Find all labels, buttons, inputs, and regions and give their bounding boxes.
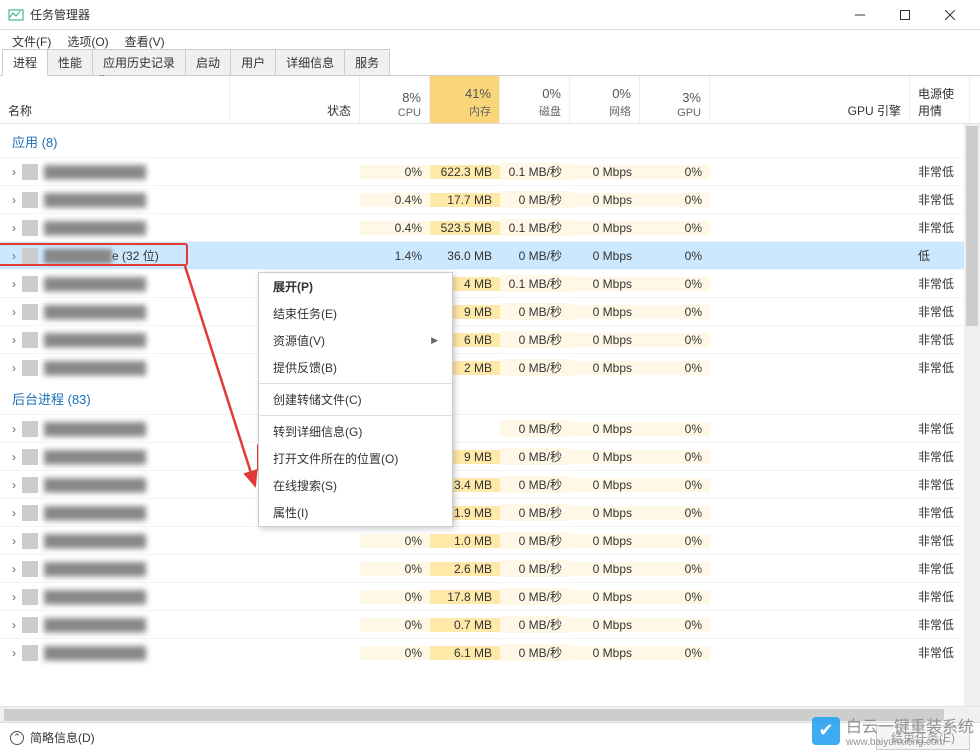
process-icon [22, 449, 38, 465]
expand-chevron-icon[interactable]: › [8, 221, 20, 235]
col-cpu[interactable]: 8%CPU [360, 76, 430, 123]
app-icon [8, 7, 24, 23]
process-icon [22, 164, 38, 180]
table-row[interactable]: ›████████████0%2.6 MB0 MB/秒0 Mbps0%非常低 [0, 554, 980, 582]
process-icon [22, 360, 38, 376]
context-menu: 展开(P)结束任务(E)资源值(V)▶提供反馈(B) 创建转储文件(C) 转到详细信… [258, 272, 453, 527]
col-status[interactable]: 状态 [230, 76, 360, 123]
expand-chevron-icon[interactable]: › [8, 249, 20, 263]
table-row[interactable]: ›████████████0%6.1 MB0 MB/秒0 Mbps0%非常低 [0, 638, 980, 666]
process-icon [22, 332, 38, 348]
expand-chevron-icon[interactable]: › [8, 165, 20, 179]
process-icon [22, 645, 38, 661]
process-icon [22, 192, 38, 208]
expand-chevron-icon[interactable]: › [8, 333, 20, 347]
submenu-arrow-icon: ▶ [431, 335, 438, 346]
expand-chevron-icon[interactable]: › [8, 618, 20, 632]
table-row[interactable]: ›████████████2 MB0 MB/秒0 Mbps0%非常低 [0, 353, 980, 381]
watermark-logo-icon: ✔ [812, 717, 840, 745]
context-menu-item[interactable]: 展开(P) [259, 273, 452, 300]
scroll-thumb[interactable] [966, 126, 978, 326]
process-icon [22, 617, 38, 633]
table-row[interactable]: ›████████████0%1.9 MB0 MB/秒0 Mbps0%非常低 [0, 498, 980, 526]
context-menu-item[interactable]: 结束任务(E) [259, 300, 452, 327]
tab-2[interactable]: 应用历史记录 [92, 49, 186, 75]
table-row[interactable]: ›████████████0%0.7 MB0 MB/秒0 Mbps0%非常低 [0, 610, 980, 638]
tab-5[interactable]: 详细信息 [275, 49, 345, 75]
expand-chevron-icon[interactable]: › [8, 277, 20, 291]
table-row[interactable]: ›████████████9 MB0 MB/秒0 Mbps0%非常低 [0, 297, 980, 325]
context-menu-item[interactable]: 创建转储文件(C) [259, 386, 452, 413]
process-icon [22, 505, 38, 521]
expand-chevron-icon[interactable]: › [8, 361, 20, 375]
table-row[interactable]: ›████████████0 MB/秒0 Mbps0%非常低 [0, 414, 980, 442]
table-row[interactable]: ›████████████0%622.3 MB0.1 MB/秒0 Mbps0%非… [0, 157, 980, 185]
table-row[interactable]: ›████████████4 MB0.1 MB/秒0 Mbps0%非常低 [0, 269, 980, 297]
vertical-scrollbar[interactable] [964, 124, 980, 706]
hscroll-thumb[interactable] [4, 709, 944, 721]
expand-chevron-icon[interactable]: › [8, 590, 20, 604]
tab-3[interactable]: 启动 [185, 49, 231, 75]
expand-chevron-icon[interactable]: › [8, 305, 20, 319]
close-button[interactable] [927, 0, 972, 30]
tab-0[interactable]: 进程 [2, 49, 48, 76]
process-icon [22, 421, 38, 437]
context-menu-item[interactable]: 提供反馈(B) [259, 354, 452, 381]
col-gpu-engine[interactable]: GPU 引擎 [710, 76, 910, 123]
tab-6[interactable]: 服务 [344, 49, 390, 75]
col-network[interactable]: 0%网络 [570, 76, 640, 123]
titlebar: 任务管理器 [0, 0, 980, 30]
table-row[interactable]: ›████████████0.4%523.5 MB0.1 MB/秒0 Mbps0… [0, 213, 980, 241]
expand-chevron-icon[interactable]: › [8, 562, 20, 576]
expand-chevron-icon[interactable]: › [8, 534, 20, 548]
table-row[interactable]: ›████████████0%13.4 MB0 MB/秒0 Mbps0%非常低 [0, 470, 980, 498]
window-title: 任务管理器 [30, 6, 837, 23]
fewer-details-button[interactable]: ⌃ 简略信息(D) [10, 729, 95, 746]
table-row[interactable]: ›████████████0.4%17.7 MB0 MB/秒0 Mbps0%非常… [0, 185, 980, 213]
process-icon [22, 561, 38, 577]
minimize-button[interactable] [837, 0, 882, 30]
context-menu-item[interactable]: 打开文件所在的位置(O) [259, 445, 452, 472]
process-icon [22, 304, 38, 320]
tab-strip: 进程性能应用历史记录启动用户详细信息服务 [0, 52, 980, 76]
context-menu-item[interactable]: 资源值(V)▶ [259, 327, 452, 354]
col-disk[interactable]: 0%磁盘 [500, 76, 570, 123]
process-list[interactable]: 应用 (8)›████████████0%622.3 MB0.1 MB/秒0 M… [0, 124, 980, 706]
process-icon [22, 220, 38, 236]
table-header: ⌃ 名称 状态 8%CPU 41%内存 0%磁盘 0%网络 3%GPU GPU … [0, 76, 980, 124]
expand-chevron-icon[interactable]: › [8, 478, 20, 492]
table-row[interactable]: ›████████████0%1.0 MB0 MB/秒0 Mbps0%非常低 [0, 526, 980, 554]
process-icon [22, 248, 38, 264]
table-row[interactable]: ›████████████9 MB0 MB/秒0 Mbps0%非常低 [0, 442, 980, 470]
expand-chevron-icon[interactable]: › [8, 422, 20, 436]
col-gpu[interactable]: 3%GPU [640, 76, 710, 123]
tab-4[interactable]: 用户 [230, 49, 276, 75]
context-menu-item[interactable]: 转到详细信息(G) [259, 418, 452, 445]
process-icon [22, 589, 38, 605]
col-power[interactable]: 电源使用情 [910, 76, 970, 123]
maximize-button[interactable] [882, 0, 927, 30]
tab-1[interactable]: 性能 [47, 49, 93, 75]
col-memory[interactable]: 41%内存 [430, 76, 500, 123]
group-background: 后台进程 (83) [0, 381, 980, 414]
process-icon [22, 276, 38, 292]
context-menu-item[interactable]: 在线搜索(S) [259, 472, 452, 499]
table-row[interactable]: ›████████████6 MB0 MB/秒0 Mbps0%非常低 [0, 325, 980, 353]
expand-chevron-icon[interactable]: › [8, 193, 20, 207]
watermark: ✔ 白云一键重装系统 www.baiyunxiong.com [812, 713, 974, 748]
group-apps: 应用 (8) [0, 124, 980, 157]
table-row[interactable]: ›████████████0%17.8 MB0 MB/秒0 Mbps0%非常低 [0, 582, 980, 610]
expand-chevron-icon[interactable]: › [8, 646, 20, 660]
expand-chevron-icon[interactable]: › [8, 506, 20, 520]
table-row[interactable]: ›████████e (32 位)1.4%36.0 MB0 MB/秒0 Mbps… [0, 241, 980, 269]
process-icon [22, 477, 38, 493]
chevron-up-icon: ⌃ [10, 731, 24, 745]
col-name[interactable]: ⌃ 名称 [0, 76, 230, 123]
context-menu-item[interactable]: 属性(I) [259, 499, 452, 526]
expand-chevron-icon[interactable]: › [8, 450, 20, 464]
process-icon [22, 533, 38, 549]
